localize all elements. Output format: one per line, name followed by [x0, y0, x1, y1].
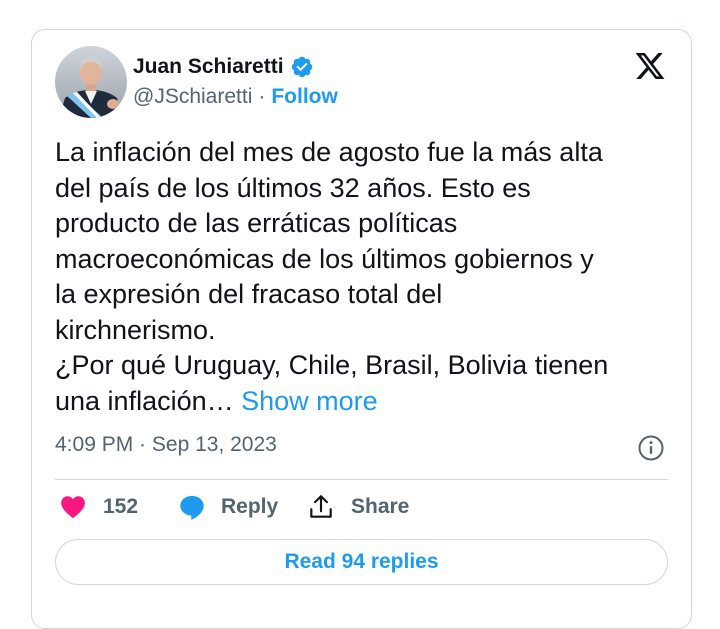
tweet-date: Sep 13, 2023	[151, 433, 277, 456]
reply-label: Reply	[221, 495, 279, 518]
speech-bubble-icon	[178, 493, 206, 521]
share-label: Share	[351, 495, 410, 518]
read-replies-button[interactable]: Read 94 replies	[55, 539, 668, 585]
share-upload-icon	[308, 493, 334, 521]
tweet-timestamp[interactable]: 4:09 PM · Sep 13, 2023	[55, 433, 277, 457]
tweet-body: La inflación del mes de agosto fue la má…	[55, 137, 609, 416]
share-button[interactable]: Share	[308, 493, 409, 521]
x-logo-icon[interactable]	[633, 50, 667, 82]
author-name[interactable]: Juan Schiaretti	[133, 55, 284, 79]
tweet-time: 4:09 PM	[55, 433, 134, 456]
show-more-link[interactable]: Show more	[241, 386, 378, 416]
author-handle-row: @JSchiaretti · Follow	[133, 85, 338, 109]
like-button[interactable]: 152	[59, 493, 138, 521]
avatar[interactable]	[55, 46, 127, 118]
verified-badge-icon	[290, 55, 314, 79]
author-name-row: Juan Schiaretti	[133, 55, 314, 79]
info-icon[interactable]	[637, 434, 665, 462]
timestamp-separator: ·	[133, 433, 152, 456]
avatar-image	[55, 46, 127, 118]
author-handle[interactable]: @JSchiaretti	[133, 85, 252, 109]
separator-dot: ·	[258, 85, 266, 108]
like-count: 152	[103, 495, 139, 518]
divider	[55, 479, 668, 480]
tweet-text: La inflación del mes de agosto fue la má…	[55, 135, 675, 419]
heart-icon	[59, 493, 87, 521]
read-replies-label: Read 94 replies	[284, 550, 439, 573]
follow-button[interactable]: Follow	[271, 85, 338, 109]
reply-button[interactable]: Reply	[178, 493, 278, 521]
